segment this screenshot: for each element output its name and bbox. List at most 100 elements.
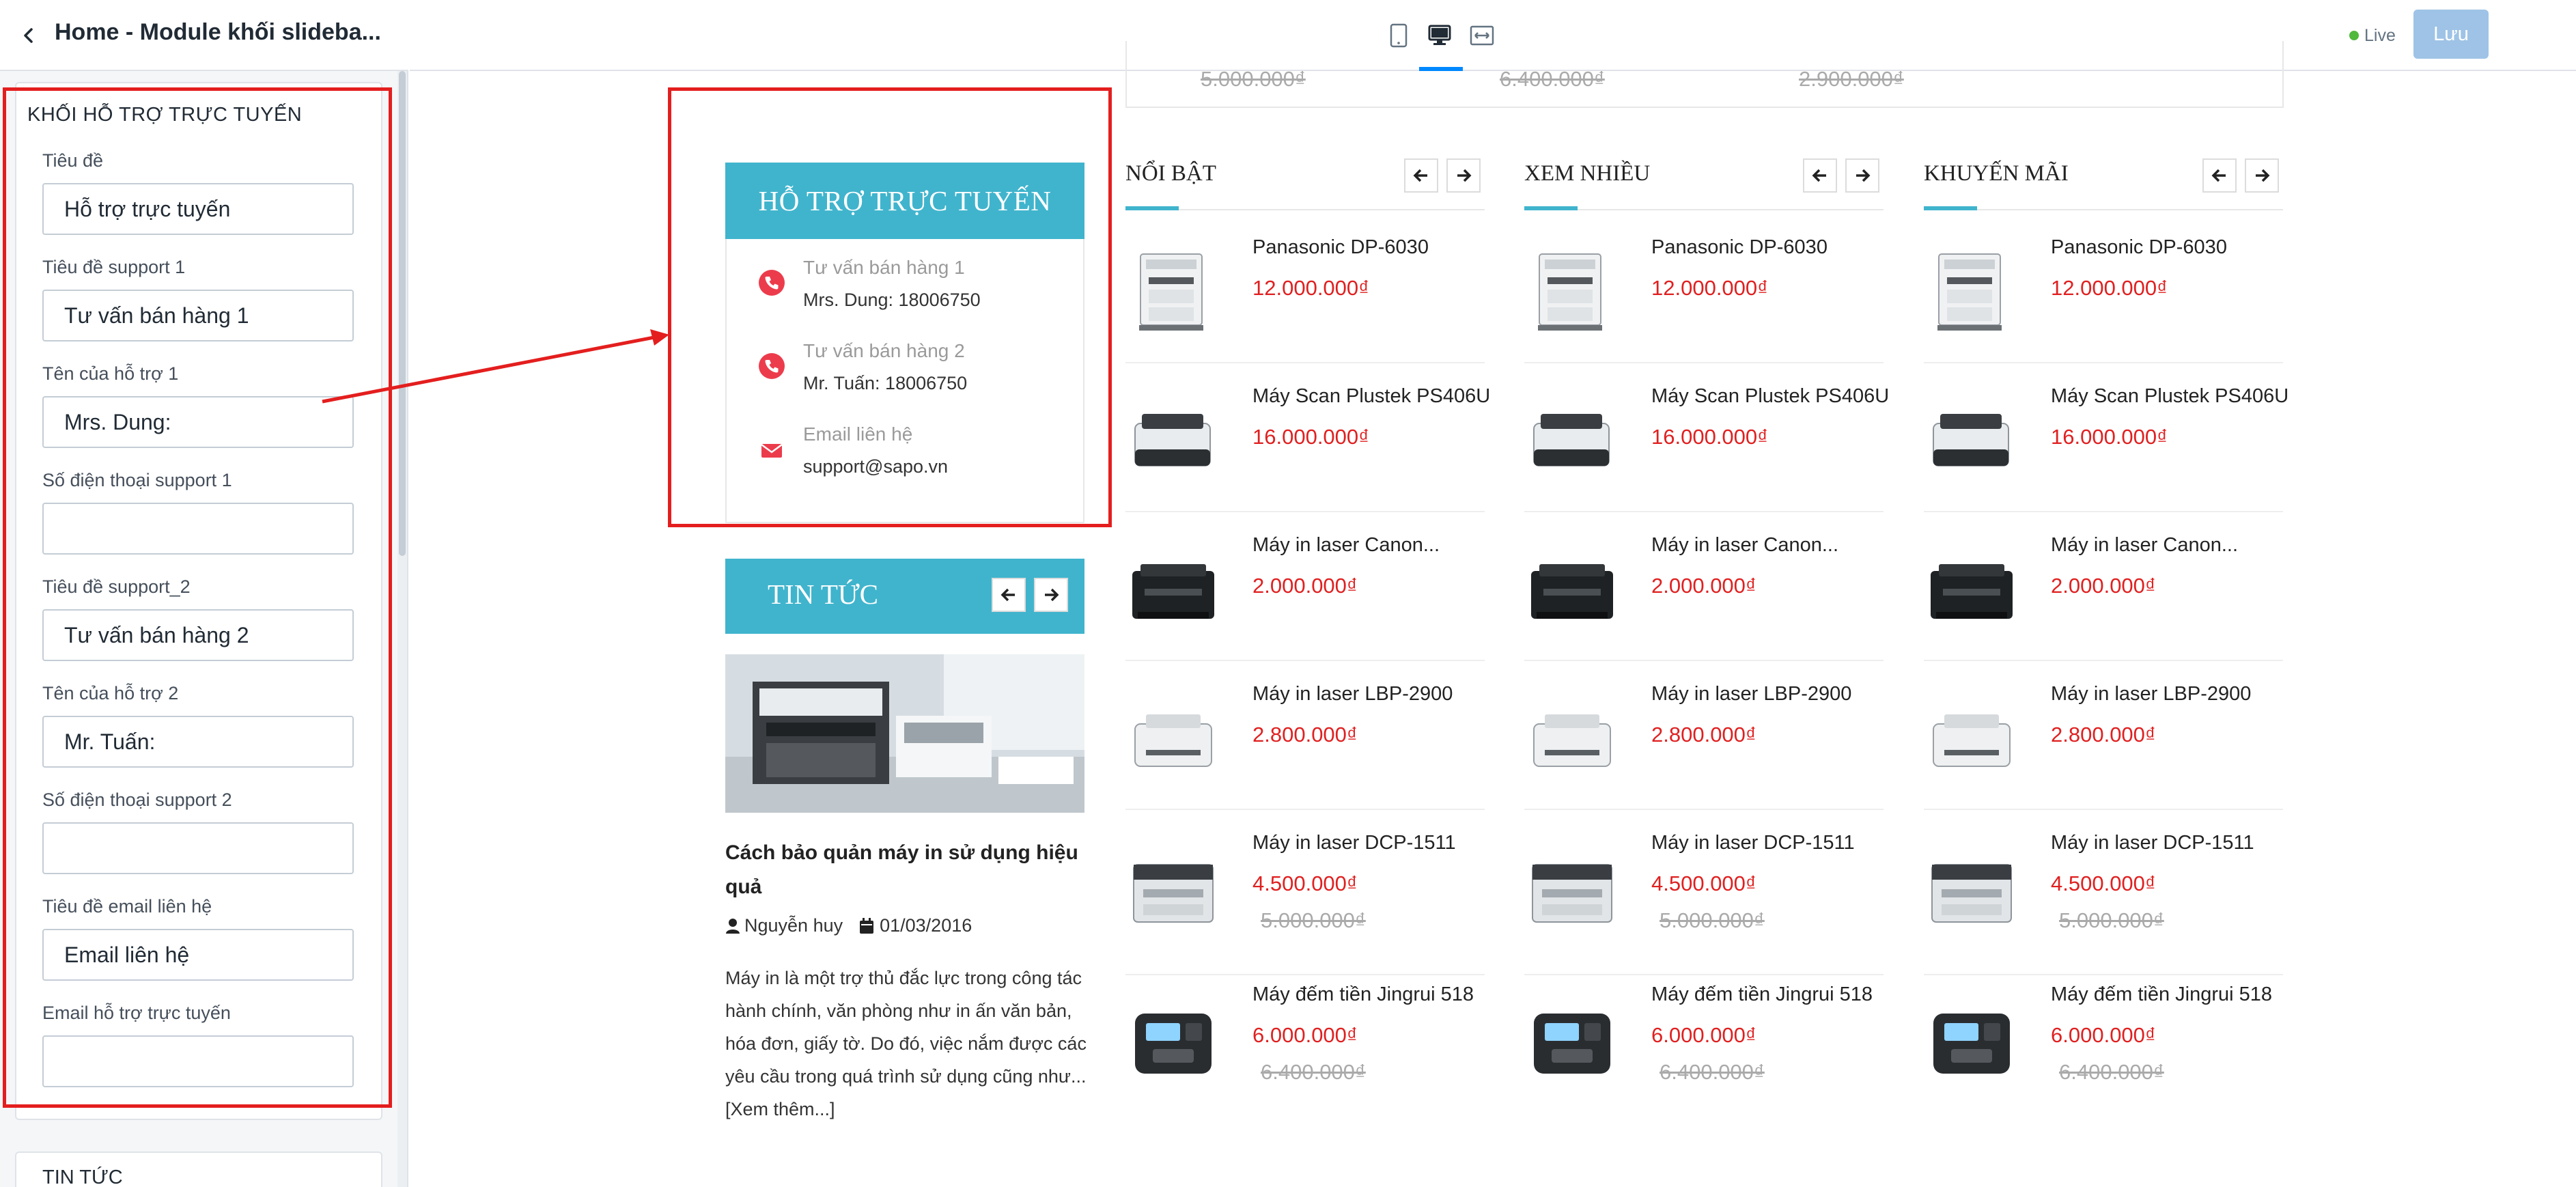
product-name[interactable]: Máy Scan Plustek PS406U bbox=[1252, 385, 1490, 408]
product-name[interactable]: Máy in laser Canon... bbox=[2051, 534, 2238, 557]
product-image[interactable] bbox=[1125, 697, 1228, 785]
product-image[interactable] bbox=[1524, 846, 1627, 934]
column-next-button[interactable] bbox=[1446, 158, 1481, 193]
product-image[interactable] bbox=[1924, 846, 2026, 934]
product-separator bbox=[1924, 511, 2283, 512]
product-item[interactable]: Máy in laser LBP-2900 2.800.000₫ bbox=[1924, 672, 2283, 821]
back-button[interactable] bbox=[15, 22, 42, 49]
product-separator bbox=[1924, 660, 2283, 661]
copier-icon bbox=[1937, 253, 2002, 331]
product-name[interactable]: Máy in laser DCP-1511 bbox=[2051, 832, 2254, 854]
product-item[interactable]: Máy in laser Canon... 2.000.000₫ bbox=[1924, 523, 2283, 672]
product-name[interactable]: Panasonic DP-6030 bbox=[1651, 236, 1828, 259]
product-name[interactable]: Máy in laser LBP-2900 bbox=[2051, 683, 2251, 706]
product-name[interactable]: Máy in laser DCP-1511 bbox=[1252, 832, 1456, 854]
save-button[interactable]: Lưu bbox=[2413, 10, 2489, 59]
product-name[interactable]: Máy in laser LBP-2900 bbox=[1252, 683, 1453, 706]
product-price: 16.000.000₫ bbox=[1651, 425, 1769, 449]
mfp-printer-icon bbox=[1931, 864, 2012, 923]
product-image[interactable] bbox=[1524, 399, 1627, 488]
mfp-printer-icon bbox=[1532, 864, 1612, 923]
product-image[interactable] bbox=[1524, 697, 1627, 785]
product-item[interactable]: Panasonic DP-6030 12.000.000₫ bbox=[1125, 225, 1485, 374]
product-item[interactable]: Máy in laser LBP-2900 2.800.000₫ bbox=[1524, 672, 1884, 821]
arrow-left-icon bbox=[2211, 169, 2226, 182]
product-separator bbox=[1924, 809, 2283, 810]
product-image[interactable] bbox=[1125, 846, 1228, 934]
column-next-button[interactable] bbox=[2245, 158, 2279, 193]
printer-icon bbox=[1134, 714, 1212, 767]
product-image[interactable] bbox=[1125, 250, 1228, 339]
product-image[interactable] bbox=[1924, 399, 2026, 488]
money-counter-icon bbox=[1534, 1014, 1610, 1074]
product-item[interactable]: Máy in laser DCP-1511 4.500.000₫ 5.000.000… bbox=[1524, 821, 1884, 970]
product-price: 2.800.000₫ bbox=[1252, 723, 1358, 746]
product-item[interactable]: Máy in laser LBP-2900 2.800.000₫ bbox=[1125, 672, 1485, 821]
top-old-price: 2.900.000₫ bbox=[1799, 67, 1904, 91]
product-price: 6.000.000₫ bbox=[1252, 1023, 1358, 1047]
product-image[interactable] bbox=[1924, 548, 2026, 637]
product-item[interactable]: Máy in laser Canon... 2.000.000₫ bbox=[1524, 523, 1884, 672]
product-image[interactable] bbox=[1924, 993, 2026, 1082]
column-title-accent bbox=[1524, 206, 1578, 210]
product-name[interactable]: Panasonic DP-6030 bbox=[1252, 236, 1429, 259]
news-prev-button[interactable] bbox=[992, 578, 1026, 612]
product-name[interactable]: Máy in laser Canon... bbox=[1252, 534, 1440, 557]
next-section-title: TIN TỨC bbox=[42, 1167, 123, 1187]
column-title-line bbox=[1524, 209, 1884, 210]
news-author: Nguyễn huy bbox=[744, 915, 843, 936]
news-article-title[interactable]: Cách bảo quản máy in sử dụng hiệu quả bbox=[725, 836, 1084, 904]
product-item[interactable]: Máy Scan Plustek PS406U 16.000.000₫ bbox=[1524, 374, 1889, 523]
product-separator bbox=[1924, 362, 2283, 363]
product-item[interactable]: Máy in laser DCP-1511 4.500.000₫ 5.000.000… bbox=[1125, 821, 1485, 970]
product-item[interactable]: Máy đếm tiền Jingrui 518 6.000.000₫ 6.400.… bbox=[1924, 973, 2283, 1121]
news-excerpt: Máy in là một trợ thủ đắc lực trong công… bbox=[725, 968, 1087, 1119]
product-separator bbox=[1125, 660, 1485, 661]
product-item[interactable]: Máy Scan Plustek PS406U 16.000.000₫ bbox=[1125, 374, 1490, 523]
product-image[interactable] bbox=[1524, 993, 1627, 1082]
sidebar-scrollbar[interactable] bbox=[397, 71, 407, 1187]
column-prev-button[interactable] bbox=[1803, 158, 1837, 193]
product-separator bbox=[1524, 660, 1884, 661]
product-item[interactable]: Máy Scan Plustek PS406U 16.000.000₫ bbox=[1924, 374, 2288, 523]
product-name[interactable]: Máy đếm tiền Jingrui 518 bbox=[1651, 983, 1873, 1006]
product-price: 12.000.000₫ bbox=[1252, 276, 1370, 300]
product-name[interactable]: Máy Scan Plustek PS406U bbox=[1651, 385, 1889, 408]
product-image[interactable] bbox=[1524, 250, 1627, 339]
product-image[interactable] bbox=[1524, 548, 1627, 637]
product-name[interactable]: Máy đếm tiền Jingrui 518 bbox=[1252, 983, 1474, 1006]
product-price: 2.000.000₫ bbox=[1651, 574, 1756, 598]
product-image[interactable] bbox=[1924, 250, 2026, 339]
product-name[interactable]: Máy Scan Plustek PS406U bbox=[2051, 385, 2288, 408]
product-name[interactable]: Panasonic DP-6030 bbox=[2051, 236, 2227, 259]
product-name[interactable]: Máy in laser Canon... bbox=[1651, 534, 1838, 557]
product-item[interactable]: Máy in laser DCP-1511 4.500.000₫ 5.000.000… bbox=[1924, 821, 2283, 970]
scanner-icon bbox=[1933, 414, 2009, 466]
product-price: 4.500.000₫ bbox=[1252, 871, 1358, 895]
product-image[interactable] bbox=[1125, 548, 1228, 637]
news-next-button[interactable] bbox=[1034, 578, 1068, 612]
product-name[interactable]: Máy đếm tiền Jingrui 518 bbox=[2051, 983, 2272, 1006]
column-title-accent bbox=[1924, 206, 1977, 210]
product-image[interactable] bbox=[1125, 399, 1228, 488]
news-article-image[interactable] bbox=[725, 654, 1084, 813]
product-item[interactable]: Panasonic DP-6030 12.000.000₫ bbox=[1924, 225, 2283, 374]
product-item[interactable]: Máy đếm tiền Jingrui 518 6.000.000₫ 6.400.… bbox=[1524, 973, 1884, 1121]
product-price: 2.800.000₫ bbox=[2051, 723, 2156, 746]
scrollbar-thumb[interactable] bbox=[399, 71, 406, 556]
product-old-price: 5.000.000₫ bbox=[1261, 908, 1366, 932]
product-name[interactable]: Máy in laser LBP-2900 bbox=[1651, 683, 1851, 706]
column-prev-button[interactable] bbox=[1404, 158, 1438, 193]
product-item[interactable]: Máy in laser Canon... 2.000.000₫ bbox=[1125, 523, 1485, 672]
news-meta: Nguyễn huy 01/03/2016 bbox=[725, 915, 972, 936]
column-next-button[interactable] bbox=[1845, 158, 1879, 193]
product-image[interactable] bbox=[1924, 697, 2026, 785]
product-item[interactable]: Panasonic DP-6030 12.000.000₫ bbox=[1524, 225, 1884, 374]
live-status-dot bbox=[2349, 31, 2359, 40]
product-image[interactable] bbox=[1125, 993, 1228, 1082]
column-prev-button[interactable] bbox=[2202, 158, 2237, 193]
scanner-icon bbox=[1533, 414, 1610, 466]
product-name[interactable]: Máy in laser DCP-1511 bbox=[1651, 832, 1855, 854]
laser-printer-icon bbox=[1931, 564, 2013, 619]
product-item[interactable]: Máy đếm tiền Jingrui 518 6.000.000₫ 6.400.… bbox=[1125, 973, 1485, 1121]
